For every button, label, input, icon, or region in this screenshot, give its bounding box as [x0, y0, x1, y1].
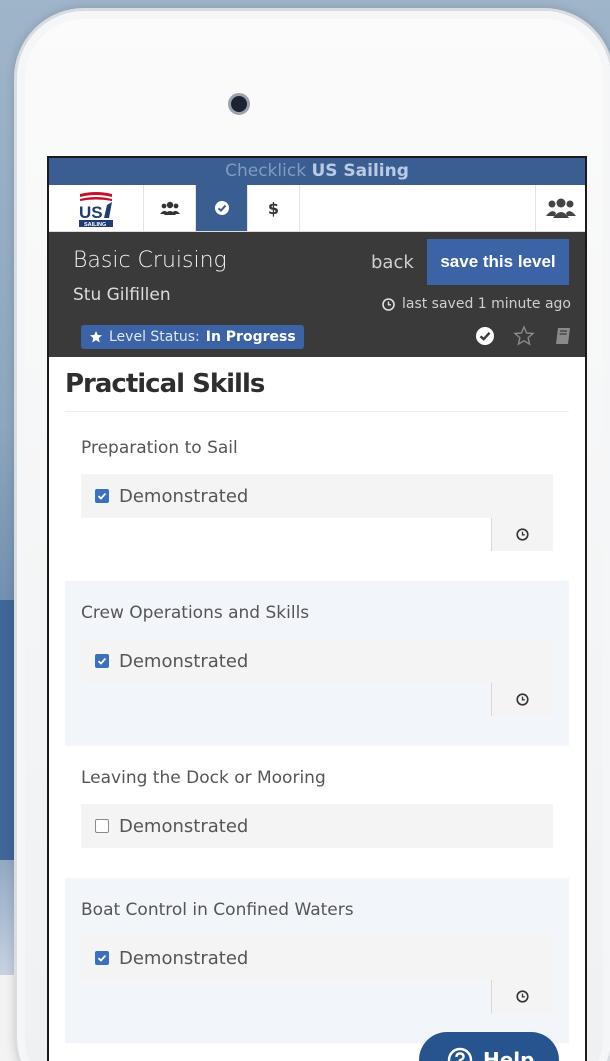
help-button[interactable]: Help — [419, 1032, 559, 1061]
skill-name: Preparation to Sail — [81, 438, 238, 458]
course-title: Basic Cruising — [73, 248, 227, 273]
group-menu-button[interactable] — [535, 185, 585, 231]
phone-camera — [228, 93, 250, 115]
group-icon — [545, 198, 576, 218]
timestamp-button[interactable] — [492, 683, 553, 716]
skill-item: Crew Operations and Skills Demonstrated — [65, 581, 569, 746]
checkbox-checked-icon[interactable] — [95, 654, 109, 668]
skill-demo-box: Demonstrated — [81, 639, 553, 716]
skill-demo-box: Demonstrated — [81, 936, 553, 1013]
tab-users[interactable] — [144, 185, 196, 231]
last-saved-text: last saved 1 minute ago — [401, 296, 571, 312]
level-status-value: In Progress — [205, 329, 296, 345]
check-circle-icon — [214, 201, 229, 215]
last-saved-info: last saved 1 minute ago — [382, 296, 571, 312]
skill-name: Crew Operations and Skills — [81, 603, 310, 623]
header-icons — [475, 325, 573, 347]
demonstrated-label: Demonstrated — [119, 815, 249, 837]
star-outline-icon[interactable] — [513, 325, 535, 347]
skill-item: Preparation to Sail Demonstrated — [49, 412, 585, 581]
check-circle-icon[interactable] — [475, 326, 495, 346]
student-name: Stu Gilfillen — [73, 285, 171, 305]
brand-us-sailing: US Sailing — [311, 161, 409, 181]
level-status-badge: Level Status: In Progress — [81, 325, 304, 349]
demonstrated-label: Demonstrated — [119, 485, 249, 507]
book-icon[interactable] — [553, 326, 573, 346]
checkbox-checked-icon[interactable] — [95, 489, 109, 503]
timestamp-button[interactable] — [492, 980, 553, 1013]
help-label: Help — [483, 1048, 535, 1061]
demonstrated-label: Demonstrated — [119, 947, 249, 969]
level-status-label: Level Status: — [109, 329, 200, 345]
notes-row — [81, 518, 553, 551]
demonstrated-checkbox-row[interactable]: Demonstrated — [81, 474, 553, 518]
logo-text: US — [79, 203, 103, 222]
users-icon — [159, 201, 180, 215]
checkbox-unchecked-icon[interactable] — [95, 819, 109, 833]
skill-item: Boat Control in Confined Waters Demonstr… — [65, 878, 569, 1043]
dollar-icon: $ — [267, 198, 280, 218]
skill-demo-box: Demonstrated — [81, 804, 553, 848]
clock-icon — [516, 528, 529, 541]
clock-icon — [516, 693, 529, 706]
skill-item: Leaving the Dock or Mooring Demonstrated — [49, 746, 585, 878]
skill-name: Boat Control in Confined Waters — [81, 900, 354, 920]
demonstrated-checkbox-row[interactable]: Demonstrated — [81, 639, 553, 683]
clock-icon — [516, 990, 529, 1003]
app-topbar: Checklick US Sailing — [49, 158, 585, 185]
logo-subtext: SAILING — [84, 222, 106, 228]
level-header: Basic Cruising Stu Gilfillen back save t… — [49, 232, 585, 357]
back-link[interactable]: back — [371, 252, 414, 273]
us-sailing-logo[interactable]: US SAILING — [49, 185, 144, 231]
navbar: US SAILING $ — [49, 185, 585, 232]
notes-row — [81, 980, 553, 1013]
tab-checklist[interactable] — [196, 185, 248, 231]
save-level-button[interactable]: save this level — [427, 239, 569, 285]
timestamp-button[interactable] — [492, 518, 553, 551]
demonstrated-checkbox-row[interactable]: Demonstrated — [81, 804, 553, 848]
tab-payments[interactable]: $ — [248, 185, 300, 231]
brand-checklick: Checklick — [225, 161, 307, 181]
skill-demo-box: Demonstrated — [81, 474, 553, 551]
help-icon — [447, 1047, 473, 1061]
star-icon — [90, 331, 102, 343]
notes-row — [81, 683, 553, 716]
demonstrated-label: Demonstrated — [119, 650, 249, 672]
checkbox-checked-icon[interactable] — [95, 951, 109, 965]
clock-icon — [382, 297, 395, 311]
skill-name: Leaving the Dock or Mooring — [81, 768, 326, 788]
app-screen: Checklick US Sailing US SAILING $ Basic … — [47, 156, 587, 1061]
demonstrated-checkbox-row[interactable]: Demonstrated — [81, 936, 553, 980]
section-title: Practical Skills — [65, 369, 569, 412]
